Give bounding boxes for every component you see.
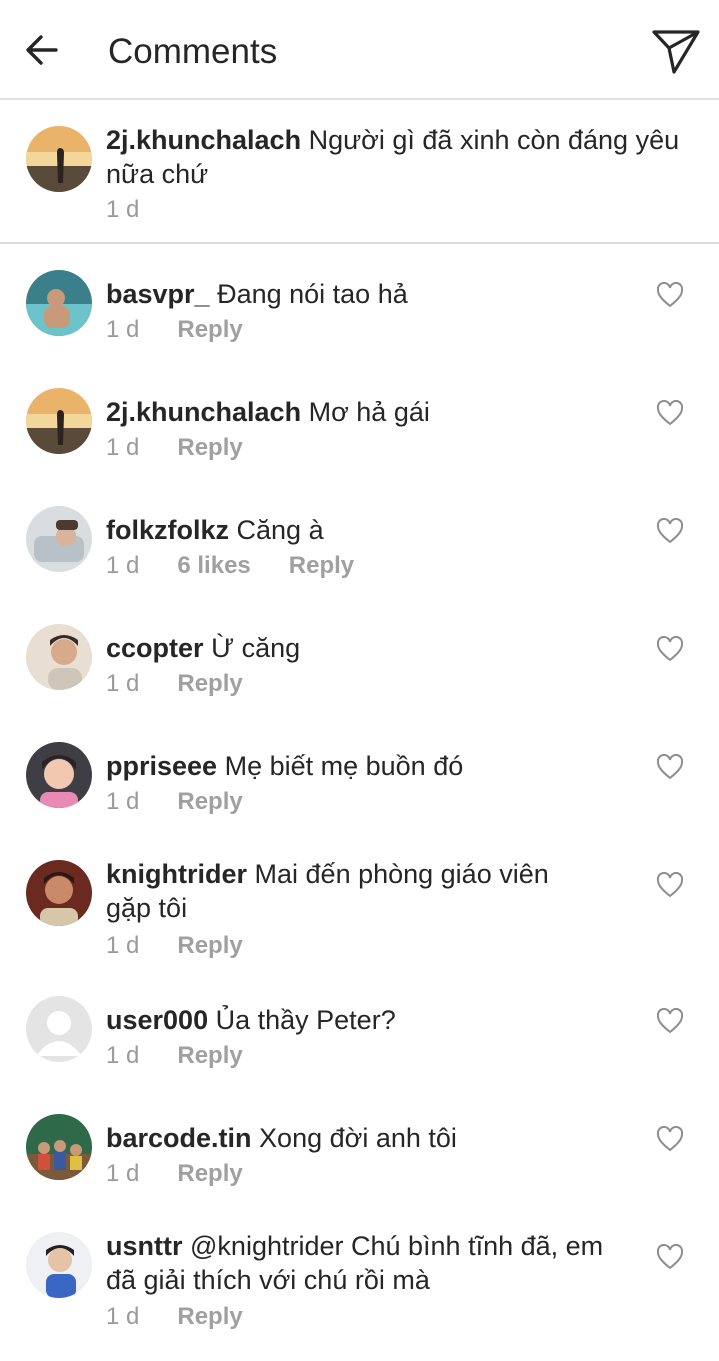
share-button[interactable] <box>650 26 702 76</box>
avatar[interactable] <box>26 1114 92 1180</box>
avatar[interactable] <box>26 388 92 454</box>
reply-button[interactable]: Reply <box>177 932 242 959</box>
reply-button[interactable]: Reply <box>177 434 242 461</box>
caption-text-line2: nữa chứ <box>106 159 209 189</box>
comment-text: @knightrider Chú bình tĩnh đã, em <box>190 1231 604 1261</box>
reply-button[interactable]: Reply <box>177 1042 242 1069</box>
comment-text: Mơ hả gái <box>308 397 430 427</box>
avatar[interactable] <box>26 270 92 336</box>
back-button[interactable] <box>22 30 62 70</box>
comment-timestamp: 1 d <box>106 670 140 697</box>
caption-timestamp: 1 d <box>106 196 140 223</box>
avatar[interactable] <box>26 126 92 192</box>
comment-username[interactable]: barcode.tin <box>106 1123 252 1153</box>
post-caption: 2j.khunchalach Người gì đã xinh còn đáng… <box>0 102 719 244</box>
caption-text: Người gì đã xinh còn đáng yêu <box>308 125 680 155</box>
comment-timestamp: 1 d <box>106 932 140 959</box>
paper-plane-icon <box>652 30 700 74</box>
heart-icon[interactable] <box>656 636 684 662</box>
avatar[interactable] <box>26 996 92 1062</box>
heart-icon[interactable] <box>656 400 684 426</box>
heart-icon[interactable] <box>656 754 684 780</box>
heart-icon[interactable] <box>656 1008 684 1034</box>
comment-timestamp: 1 d <box>106 316 140 343</box>
heart-icon[interactable] <box>656 872 684 898</box>
likes-count[interactable]: 6 likes <box>177 552 250 579</box>
comment-timestamp: 1 d <box>106 1042 140 1069</box>
reply-button[interactable]: Reply <box>177 1160 242 1187</box>
caption-username[interactable]: 2j.khunchalach <box>106 125 301 155</box>
avatar[interactable] <box>26 860 92 926</box>
comment-text: Ừ căng <box>211 633 301 663</box>
comment-text: Ủa thầy Peter? <box>215 1005 396 1035</box>
default-avatar-icon <box>26 996 92 1062</box>
reply-button[interactable]: Reply <box>177 1303 242 1330</box>
avatar[interactable] <box>26 1232 92 1298</box>
avatar[interactable] <box>26 624 92 690</box>
comment-text: Căng à <box>236 515 324 545</box>
comment-text-line2: đã giải thích với chú rồi mà <box>106 1265 430 1295</box>
comment-text-line2: gặp tôi <box>106 893 188 923</box>
comment-username[interactable]: usnttr <box>106 1231 183 1261</box>
comment-username[interactable]: ccopter <box>106 633 204 663</box>
heart-icon[interactable] <box>656 518 684 544</box>
comment-text: Mẹ biết mẹ buồn đó <box>224 751 464 781</box>
arrow-left-icon <box>26 35 58 65</box>
comment-text: Đang nói tao hả <box>217 279 408 309</box>
comment-username[interactable]: 2j.khunchalach <box>106 397 301 427</box>
reply-button[interactable]: Reply <box>289 552 354 579</box>
reply-button[interactable]: Reply <box>177 316 242 343</box>
comment-username[interactable]: user000 <box>106 1005 208 1035</box>
comment-username[interactable]: basvpr_ <box>106 279 210 309</box>
heart-icon[interactable] <box>656 1126 684 1152</box>
comment-timestamp: 1 d <box>106 434 140 461</box>
reply-button[interactable]: Reply <box>177 788 242 815</box>
heart-icon[interactable] <box>656 1244 684 1270</box>
comment-text: Mai đến phòng giáo viên <box>254 859 549 889</box>
reply-button[interactable]: Reply <box>177 670 242 697</box>
comment-text: Xong đời anh tôi <box>259 1123 457 1153</box>
comment-username[interactable]: ppriseee <box>106 751 217 781</box>
page-title: Comments <box>108 32 278 71</box>
heart-icon[interactable] <box>656 282 684 308</box>
comment-username[interactable]: knightrider <box>106 859 247 889</box>
caption-meta: 1 d <box>106 195 139 225</box>
comment-username[interactable]: folkzfolkz <box>106 515 229 545</box>
comment-timestamp: 1 d <box>106 1303 140 1330</box>
comment-timestamp: 1 d <box>106 1160 140 1187</box>
avatar[interactable] <box>26 742 92 808</box>
comment-timestamp: 1 d <box>106 552 140 579</box>
top-bar: Comments <box>0 0 719 100</box>
comment-timestamp: 1 d <box>106 788 140 815</box>
avatar[interactable] <box>26 506 92 572</box>
